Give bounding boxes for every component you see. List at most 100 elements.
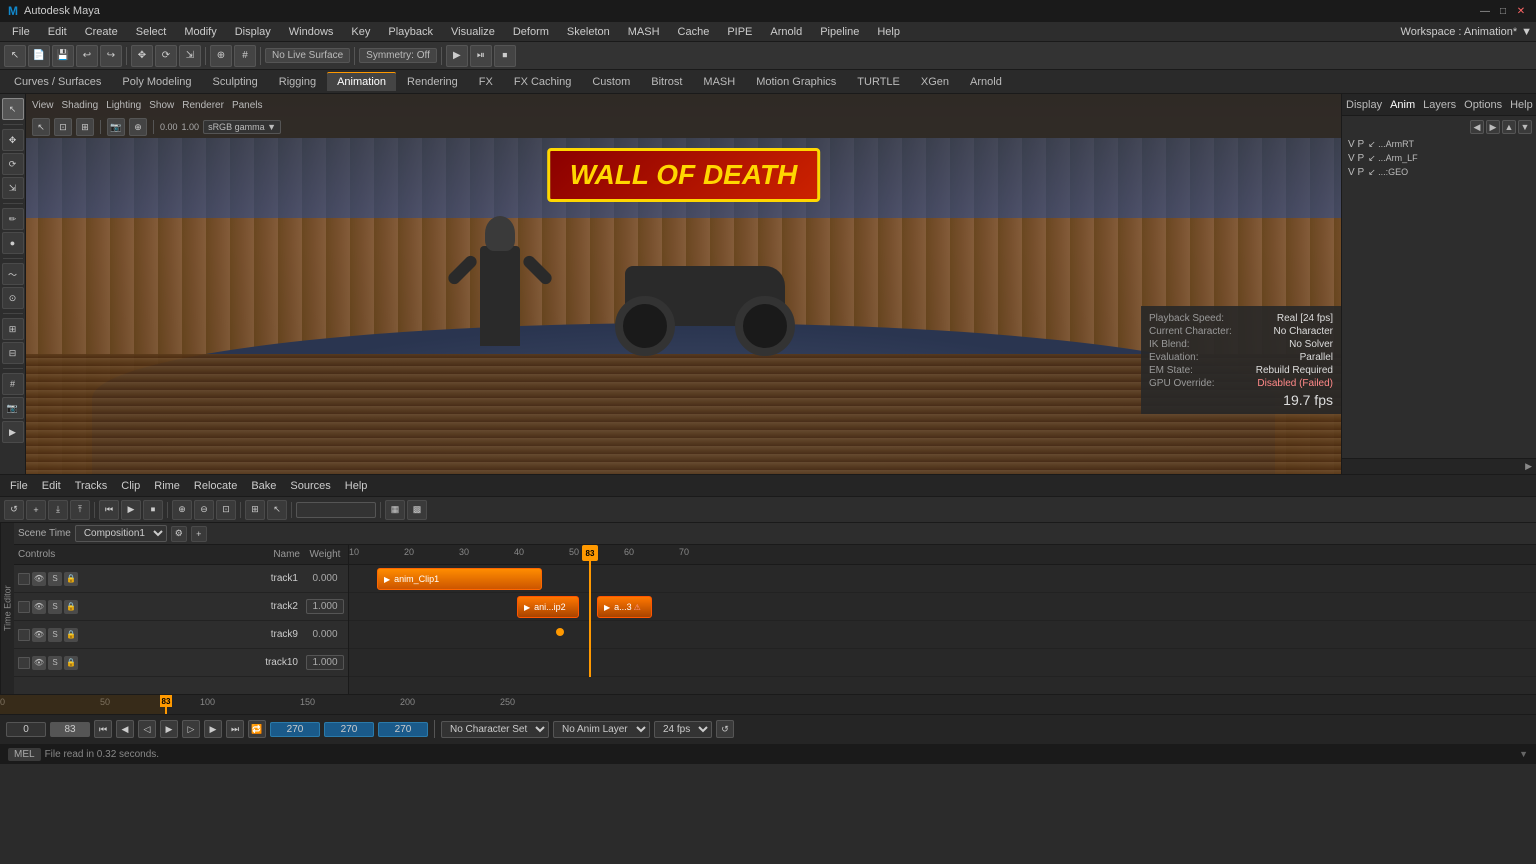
trax-menu-clip[interactable]: Clip (115, 478, 146, 494)
tool-rotate[interactable]: ⟳ (2, 153, 24, 175)
tool-curve[interactable]: 〜 (2, 263, 24, 285)
track10-weight[interactable] (306, 655, 344, 670)
vp-tool-1[interactable]: ↖ (32, 118, 50, 136)
toolbar-render-btn[interactable]: ▶ (446, 45, 468, 67)
close-button[interactable]: ✕ (1514, 4, 1528, 18)
tab-turtle[interactable]: TURTLE (847, 73, 910, 91)
symmetry-btn[interactable]: Symmetry: Off (359, 48, 437, 63)
renderer-menu[interactable]: Renderer (182, 100, 224, 111)
trax-menu-sources[interactable]: Sources (284, 478, 336, 494)
tool-show-manipulator[interactable]: ⊞ (2, 318, 24, 340)
toolbar-undo-btn[interactable]: ↩ (76, 45, 98, 67)
trax-name-field[interactable] (296, 502, 376, 518)
menu-deform[interactable]: Deform (505, 24, 557, 40)
toolbar-snap-btn[interactable]: ⊕ (210, 45, 232, 67)
trax-import-btn[interactable]: ⤓ (48, 500, 68, 520)
menu-key[interactable]: Key (343, 24, 378, 40)
tool-select[interactable]: ↖ (2, 98, 24, 120)
tool-extra[interactable]: ⊟ (2, 342, 24, 364)
toolbar-scale-btn[interactable]: ⇲ (179, 45, 201, 67)
maximize-button[interactable]: □ (1496, 4, 1510, 18)
trax-menu-rime[interactable]: Rime (148, 478, 186, 494)
trax-transport-play[interactable]: ▶ (121, 500, 141, 520)
tab-motion-graphics[interactable]: Motion Graphics (746, 73, 846, 91)
ch-up-btn[interactable]: ▲ (1502, 120, 1516, 134)
trax-export-btn[interactable]: ⤒ (70, 500, 90, 520)
toolbar-redo-btn[interactable]: ↪ (100, 45, 122, 67)
track9-lock[interactable]: 🔒 (64, 628, 78, 642)
shading-menu[interactable]: Shading (62, 100, 99, 111)
tab-custom[interactable]: Custom (582, 73, 640, 91)
track9-mute[interactable]: 👁 (32, 628, 46, 642)
view-menu[interactable]: View (32, 100, 54, 111)
trax-grid-btn-2[interactable]: ▩ (407, 500, 427, 520)
trax-fit[interactable]: ⊡ (216, 500, 236, 520)
tool-joint[interactable]: ⊙ (2, 287, 24, 309)
no-live-surface-btn[interactable]: No Live Surface (265, 48, 350, 63)
prev-frame-btn[interactable]: ◀ (116, 720, 134, 738)
next-frame-btn[interactable]: ▶ (204, 720, 222, 738)
menu-pipeline[interactable]: Pipeline (812, 24, 867, 40)
next-key-btn[interactable]: ▷ (182, 720, 200, 738)
track10-check[interactable] (18, 657, 30, 669)
minimize-button[interactable]: — (1478, 4, 1492, 18)
character-set-select[interactable]: No Character Set (441, 721, 549, 738)
vp-cam-1[interactable]: 📷 (107, 118, 125, 136)
menu-help[interactable]: Help (869, 24, 908, 40)
anim-layer-select[interactable]: No Anim Layer (553, 721, 650, 738)
trax-zoom-out[interactable]: ⊖ (194, 500, 214, 520)
toolbar-move-btn[interactable]: ✥ (131, 45, 153, 67)
trax-add-clip-btn[interactable]: + (26, 500, 46, 520)
trax-menu-edit[interactable]: Edit (36, 478, 67, 494)
loop-btn[interactable]: 🔁 (248, 720, 266, 738)
gamma-select[interactable]: sRGB gamma ▼ (203, 120, 281, 134)
tab-fx-caching[interactable]: FX Caching (504, 73, 581, 91)
range-end-input[interactable] (324, 722, 374, 737)
toolbar-select-btn[interactable]: ↖ (4, 45, 26, 67)
track2-lock[interactable]: 🔒 (64, 600, 78, 614)
trax-transport-start[interactable]: ⏮ (99, 500, 119, 520)
track10-lock[interactable]: 🔒 (64, 656, 78, 670)
menu-mash[interactable]: MASH (620, 24, 668, 40)
track1-mute[interactable]: 👁 (32, 572, 46, 586)
tool-paint[interactable]: ✏ (2, 208, 24, 230)
tab-arnold[interactable]: Arnold (960, 73, 1012, 91)
trax-grid-btn-1[interactable]: ▦ (385, 500, 405, 520)
trax-menu-tracks[interactable]: Tracks (69, 478, 114, 494)
composition-select[interactable]: Composition1 (75, 525, 167, 542)
channel-tab-display[interactable]: Display (1346, 99, 1382, 111)
track1-solo[interactable]: S (48, 572, 62, 586)
tab-animation[interactable]: Animation (327, 72, 396, 91)
ch-prev-btn[interactable]: ◀ (1470, 120, 1484, 134)
prev-key-btn[interactable]: ◁ (138, 720, 156, 738)
toolbar-grid-btn[interactable]: # (234, 45, 256, 67)
trax-menu-relocate[interactable]: Relocate (188, 478, 243, 494)
menu-visualize[interactable]: Visualize (443, 24, 503, 40)
track2-weight[interactable] (306, 599, 344, 614)
show-menu[interactable]: Show (149, 100, 174, 111)
track2-solo[interactable]: S (48, 600, 62, 614)
track9-solo[interactable]: S (48, 628, 62, 642)
channel-expand-icon[interactable]: ▶ (1525, 461, 1532, 472)
fps-select[interactable]: 24 fps (654, 721, 712, 738)
trax-menu-help[interactable]: Help (339, 478, 374, 494)
tab-rendering[interactable]: Rendering (397, 73, 468, 91)
track1-check[interactable] (18, 573, 30, 585)
trax-menu-bake[interactable]: Bake (245, 478, 282, 494)
clip-anim-clip2[interactable]: ▶ ani...ip2 (517, 596, 579, 618)
start-frame-input[interactable] (6, 722, 46, 737)
menu-create[interactable]: Create (77, 24, 126, 40)
track1-lock[interactable]: 🔒 (64, 572, 78, 586)
toolbar-rotate-btn[interactable]: ⟳ (155, 45, 177, 67)
loop-mode-btn[interactable]: ↺ (716, 720, 734, 738)
range-start-input[interactable] (270, 722, 320, 737)
ch-next-btn[interactable]: ▶ (1486, 120, 1500, 134)
vp-tool-3[interactable]: ⊞ (76, 118, 94, 136)
tab-curves-surfaces[interactable]: Curves / Surfaces (4, 73, 111, 91)
tool-camera[interactable]: 📷 (2, 397, 24, 419)
toolbar-file-btn[interactable]: 📄 (28, 45, 50, 67)
menu-windows[interactable]: Windows (281, 24, 342, 40)
current-frame-display[interactable] (50, 722, 90, 737)
menu-playback[interactable]: Playback (380, 24, 441, 40)
menu-cache[interactable]: Cache (670, 24, 718, 40)
